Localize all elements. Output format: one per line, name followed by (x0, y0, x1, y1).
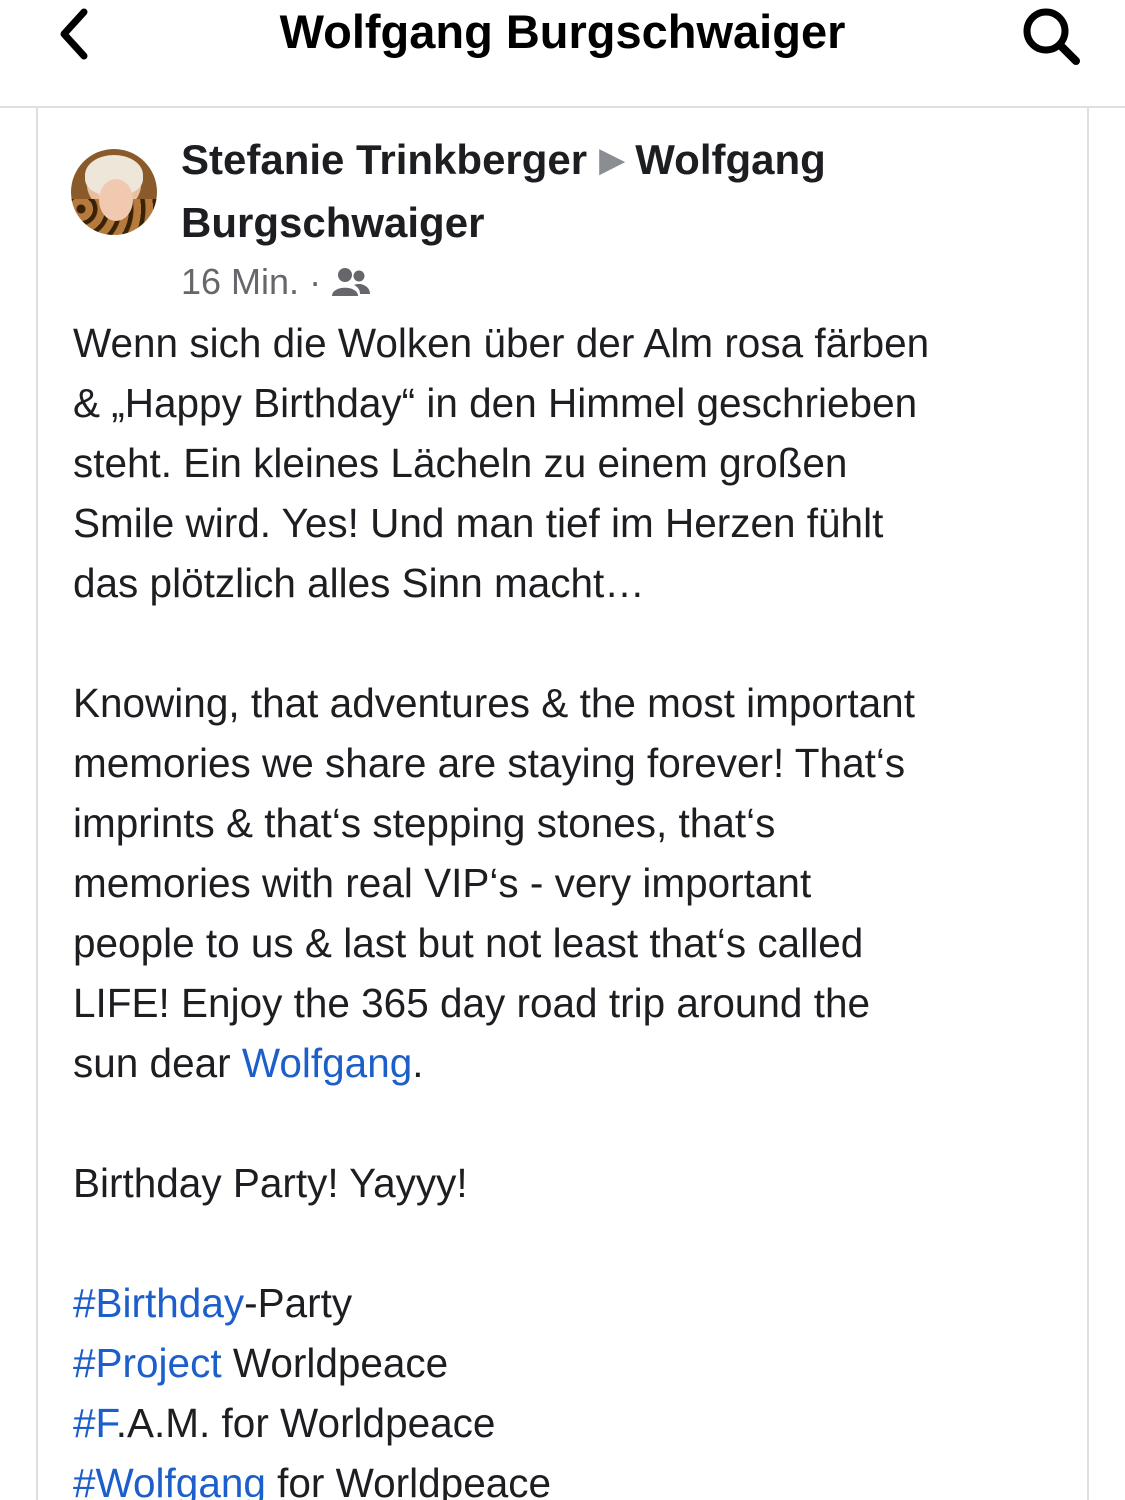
avatar-face (99, 179, 133, 221)
post-line: Wenn sich die Wolken über der Alm rosa f… (73, 320, 930, 366)
page: Wolfgang Burgschwaiger Stefanie Trinkber… (0, 0, 1125, 1500)
post-line: das plötzlich alles Sinn macht… (73, 560, 645, 606)
search-button[interactable] (1016, 4, 1088, 68)
hashtag-line: #Birthday-Party (73, 1273, 1063, 1333)
hashtag-link[interactable]: #Wolfgang (73, 1460, 266, 1500)
line-text: sun dear (73, 1040, 242, 1086)
hashtag-rest: .A.M. for Worldpeace (115, 1400, 496, 1446)
post-line: Knowing, that adventures & the most impo… (73, 680, 915, 726)
avatar[interactable] (71, 149, 157, 235)
header-bar: Wolfgang Burgschwaiger (0, 0, 1125, 108)
post-line: & „Happy Birthday“ in den Himmel geschri… (73, 380, 918, 426)
meta-separator: · (309, 261, 322, 302)
post-text: Wenn sich die Wolken über der Alm rosa f… (73, 313, 1063, 1500)
author-name[interactable]: Stefanie Trinkberger (181, 136, 587, 183)
hashtag-line: #Project Worldpeace (73, 1333, 1063, 1393)
hashtag-rest: -Party (244, 1280, 353, 1326)
arrow-right-icon: ▶ (599, 141, 626, 179)
chevron-left-icon (60, 8, 88, 60)
page-title: Wolfgang Burgschwaiger (279, 5, 846, 58)
post-line: imprints & that‘s stepping stones, that‘… (73, 800, 776, 846)
hashtag-link[interactable]: #F (73, 1400, 116, 1446)
post-line: LIFE! Enjoy the 365 day road trip around… (73, 980, 871, 1026)
line-text: . (412, 1040, 424, 1086)
post-header: Stefanie Trinkberger ▶ Wolfgang Burgschwai… (181, 130, 1041, 253)
post-meta: 16 Min. · (181, 259, 371, 305)
post-line: memories with real VIP‘s - very importan… (73, 860, 812, 906)
post-line: sun dear Wolfgang. (73, 1033, 1063, 1093)
post-line: Smile wird. Yes! Und man tief im Herzen … (73, 500, 884, 546)
hashtag-link[interactable]: #Project (73, 1340, 222, 1386)
hashtag-line: #Wolfgang for Worldpeace (73, 1453, 1063, 1500)
post-time[interactable]: 16 Min. (181, 259, 299, 305)
mention-link[interactable]: Wolfgang (242, 1040, 412, 1086)
hashtag-rest: for Worldpeace (265, 1460, 552, 1500)
hashtag-rest: Worldpeace (221, 1340, 449, 1386)
hashtag-link[interactable]: #Birthday (73, 1280, 244, 1326)
target-name-first[interactable]: Wolfgang (635, 136, 826, 183)
target-name-last[interactable]: Burgschwaiger (181, 199, 484, 246)
back-button[interactable] (44, 6, 104, 62)
friends-icon[interactable] (331, 265, 371, 299)
post-line: steht. Ein kleines Lächeln zu einem groß… (73, 440, 848, 486)
post-line: memories we share are staying forever! T… (73, 740, 906, 786)
post-line: Birthday Party! Yayyy! (73, 1160, 468, 1206)
post-line: people to us & last but not least that‘s… (73, 920, 864, 966)
hashtag-line: #F.A.M. for Worldpeace (73, 1393, 1063, 1453)
search-icon (1023, 8, 1080, 65)
